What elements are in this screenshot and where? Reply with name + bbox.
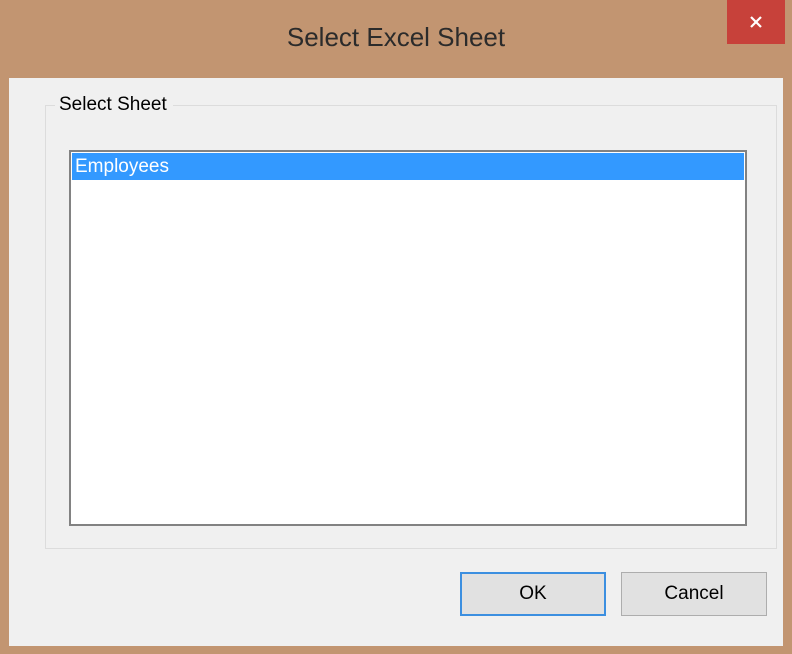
group-label: Select Sheet bbox=[55, 94, 173, 116]
dialog-body: Select Sheet Employees OK Cancel bbox=[9, 78, 783, 646]
close-button[interactable] bbox=[727, 0, 785, 44]
sheet-listbox[interactable]: Employees bbox=[69, 150, 747, 526]
cancel-button[interactable]: Cancel bbox=[621, 572, 767, 616]
title-bar[interactable]: Select Excel Sheet bbox=[0, 0, 792, 78]
dialog-title: Select Excel Sheet bbox=[286, 22, 506, 52]
dialog-window: Select Excel Sheet Select Sheet Employee… bbox=[0, 0, 792, 654]
close-icon bbox=[750, 16, 762, 28]
select-sheet-group: Select Sheet Employees bbox=[45, 94, 777, 549]
ok-button[interactable]: OK bbox=[460, 572, 606, 616]
list-item-employees[interactable]: Employees bbox=[72, 153, 744, 180]
